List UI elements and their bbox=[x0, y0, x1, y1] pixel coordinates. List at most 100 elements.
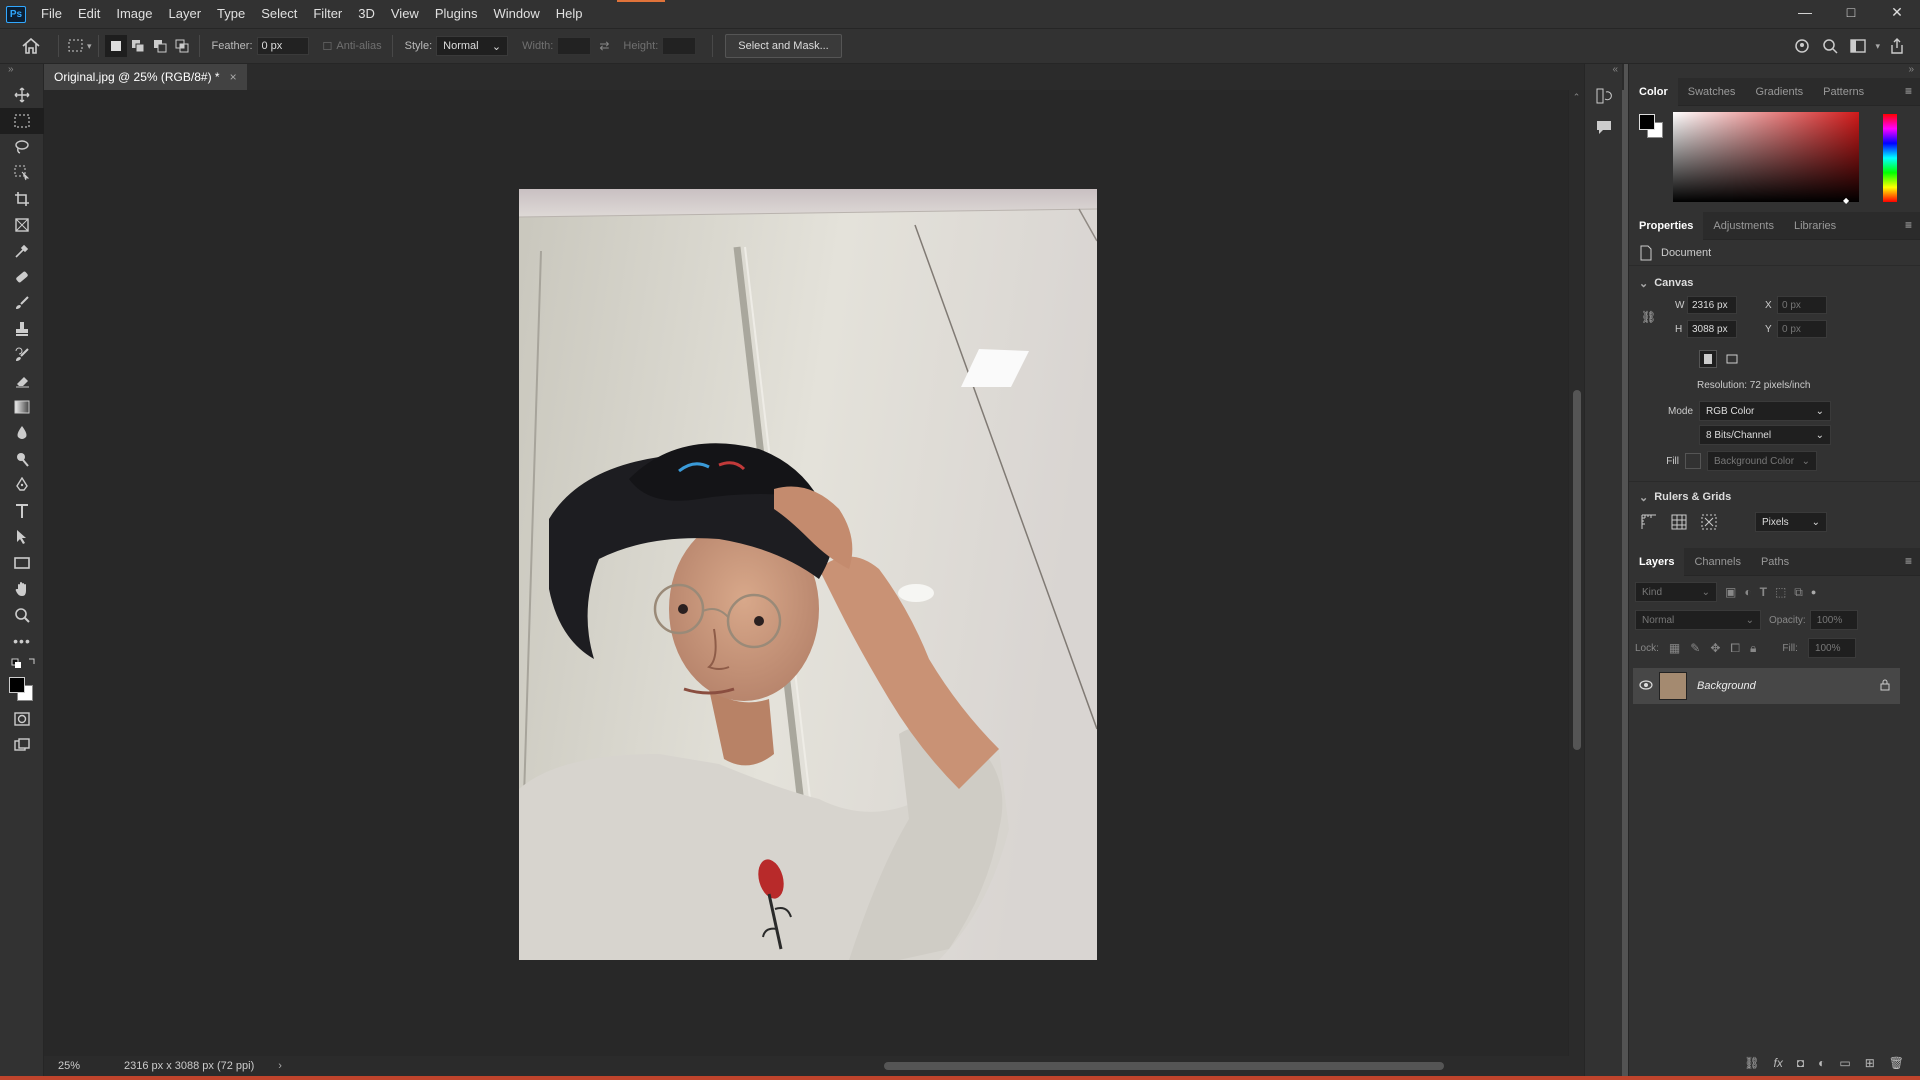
eyedropper-tool-icon[interactable] bbox=[0, 238, 44, 264]
screen-mode-icon[interactable] bbox=[0, 732, 44, 758]
history-brush-tool-icon[interactable] bbox=[0, 342, 44, 368]
menu-3d[interactable]: 3D bbox=[350, 0, 383, 28]
canvas-section-header[interactable]: ⌄ Canvas bbox=[1629, 272, 1920, 294]
vertical-scrollbar[interactable]: ⌃ bbox=[1568, 90, 1584, 1056]
lasso-tool-icon[interactable] bbox=[0, 134, 44, 160]
swap-icon[interactable]: ⇄ bbox=[599, 39, 609, 53]
scroll-up-icon[interactable]: ⌃ bbox=[1569, 92, 1584, 103]
new-layer-icon[interactable]: ⊞ bbox=[1865, 1056, 1875, 1070]
feather-input[interactable] bbox=[256, 37, 309, 55]
eraser-tool-icon[interactable] bbox=[0, 368, 44, 394]
brush-tool-icon[interactable] bbox=[0, 290, 44, 316]
tab-patterns[interactable]: Patterns bbox=[1813, 78, 1874, 106]
tab-channels[interactable]: Channels bbox=[1684, 548, 1750, 576]
marquee-preset-icon[interactable] bbox=[65, 35, 87, 57]
fg-bg-swatches[interactable] bbox=[1639, 114, 1665, 140]
style-select[interactable]: Normal ⌄ bbox=[436, 36, 509, 56]
crop-tool-icon[interactable] bbox=[0, 186, 44, 212]
history-icon[interactable] bbox=[1596, 88, 1622, 107]
filter-smart-object-icon[interactable]: ⧉ bbox=[1794, 585, 1803, 600]
filter-adjustment-icon[interactable]: ◐ bbox=[1744, 585, 1751, 599]
tab-properties[interactable]: Properties bbox=[1629, 211, 1704, 240]
link-icon[interactable]: ⛓ bbox=[1641, 310, 1656, 324]
blend-mode-select[interactable]: Normal ⌄ bbox=[1635, 610, 1761, 630]
dodge-tool-icon[interactable] bbox=[0, 446, 44, 472]
landscape-icon[interactable] bbox=[1723, 350, 1741, 368]
rulers-section-header[interactable]: ⌄ Rulers & Grids bbox=[1629, 486, 1920, 508]
fill-swatch[interactable] bbox=[1685, 453, 1701, 469]
filter-shape-icon[interactable]: ⬚ bbox=[1775, 585, 1786, 599]
more-tools-icon[interactable]: ••• bbox=[0, 628, 44, 654]
menu-layer[interactable]: Layer bbox=[161, 0, 210, 28]
rectangular-marquee-tool-icon[interactable] bbox=[0, 108, 44, 134]
bits-select[interactable]: 8 Bits/Channel ⌄ bbox=[1699, 425, 1831, 445]
color-swatches-icon[interactable] bbox=[0, 672, 44, 706]
layer-row-background[interactable]: Background bbox=[1633, 668, 1900, 704]
share-learn-icon[interactable] bbox=[1791, 35, 1813, 57]
filter-toggle-icon[interactable]: ● bbox=[1811, 587, 1816, 597]
chevron-down-icon[interactable]: ▾ bbox=[87, 41, 92, 52]
document-image[interactable] bbox=[519, 189, 1097, 960]
path-selection-tool-icon[interactable] bbox=[0, 524, 44, 550]
move-tool-icon[interactable] bbox=[0, 82, 44, 108]
swap-colors-icon[interactable] bbox=[0, 654, 44, 672]
blur-tool-icon[interactable] bbox=[0, 420, 44, 446]
object-selection-tool-icon[interactable] bbox=[0, 160, 44, 186]
mode-select[interactable]: RGB Color ⌄ bbox=[1699, 401, 1831, 421]
panel-menu-icon[interactable]: ≡ bbox=[1905, 554, 1912, 568]
units-select[interactable]: Pixels ⌄ bbox=[1755, 512, 1827, 532]
quick-mask-icon[interactable] bbox=[0, 706, 44, 732]
link-layers-icon[interactable]: ⛓ bbox=[1744, 1056, 1759, 1070]
filter-pixel-icon[interactable]: ▣ bbox=[1725, 585, 1736, 599]
filter-type-icon[interactable]: T bbox=[1760, 585, 1767, 599]
close-tab-icon[interactable]: × bbox=[230, 70, 237, 84]
panel-menu-icon[interactable]: ≡ bbox=[1905, 84, 1912, 98]
zoom-tool-icon[interactable] bbox=[0, 602, 44, 628]
grid-icon[interactable] bbox=[1671, 514, 1687, 530]
tab-layers[interactable]: Layers bbox=[1629, 547, 1685, 576]
maximize-button[interactable]: □ bbox=[1828, 0, 1874, 24]
comments-icon[interactable] bbox=[1596, 119, 1622, 138]
menu-edit[interactable]: Edit bbox=[70, 0, 108, 28]
guides-icon[interactable] bbox=[1701, 514, 1717, 530]
tab-swatches[interactable]: Swatches bbox=[1678, 78, 1746, 106]
tab-gradients[interactable]: Gradients bbox=[1745, 78, 1813, 106]
menu-view[interactable]: View bbox=[383, 0, 427, 28]
collapse-panels-icon[interactable]: » bbox=[1629, 64, 1920, 78]
healing-brush-tool-icon[interactable] bbox=[0, 264, 44, 290]
intersect-selection-icon[interactable] bbox=[171, 35, 193, 57]
width-field[interactable] bbox=[1687, 296, 1737, 314]
hue-slider[interactable] bbox=[1883, 114, 1897, 202]
lock-artboard-icon[interactable]: ⧠ bbox=[1730, 641, 1740, 656]
home-icon[interactable] bbox=[20, 35, 42, 57]
antialias-checkbox[interactable]: ☐ bbox=[323, 40, 333, 53]
minimize-button[interactable]: — bbox=[1782, 0, 1828, 24]
fx-icon[interactable]: fx bbox=[1774, 1056, 1783, 1070]
menu-filter[interactable]: Filter bbox=[305, 0, 350, 28]
new-adjustment-icon[interactable]: ◐ bbox=[1818, 1056, 1825, 1070]
kind-filter[interactable]: Kind ⌄ bbox=[1635, 582, 1717, 602]
horizontal-scroll-thumb[interactable] bbox=[884, 1062, 1444, 1070]
lock-position-icon[interactable]: ✥ bbox=[1710, 641, 1720, 655]
vertical-scroll-thumb[interactable] bbox=[1573, 390, 1581, 750]
new-selection-icon[interactable] bbox=[104, 35, 127, 57]
zoom-level[interactable]: 25% bbox=[58, 1060, 108, 1072]
type-tool-icon[interactable] bbox=[0, 498, 44, 524]
menu-type[interactable]: Type bbox=[209, 0, 253, 28]
search-icon[interactable] bbox=[1819, 35, 1841, 57]
workspace-icon[interactable] bbox=[1847, 35, 1869, 57]
gradient-tool-icon[interactable] bbox=[0, 394, 44, 420]
subtract-selection-icon[interactable] bbox=[149, 35, 171, 57]
portrait-icon[interactable] bbox=[1699, 350, 1717, 368]
tab-paths[interactable]: Paths bbox=[1751, 548, 1799, 576]
tab-color[interactable]: Color bbox=[1629, 77, 1678, 106]
fill-field[interactable]: 100% bbox=[1807, 638, 1856, 658]
status-menu-chevron-icon[interactable]: › bbox=[278, 1060, 282, 1072]
add-mask-icon[interactable]: ◘ bbox=[1797, 1056, 1804, 1070]
pen-tool-icon[interactable] bbox=[0, 472, 44, 498]
panel-menu-icon[interactable]: ≡ bbox=[1905, 218, 1912, 232]
menu-file[interactable]: File bbox=[33, 0, 70, 28]
menu-image[interactable]: Image bbox=[108, 0, 160, 28]
opacity-field[interactable]: 100% bbox=[1809, 610, 1858, 630]
add-selection-icon[interactable] bbox=[127, 35, 149, 57]
